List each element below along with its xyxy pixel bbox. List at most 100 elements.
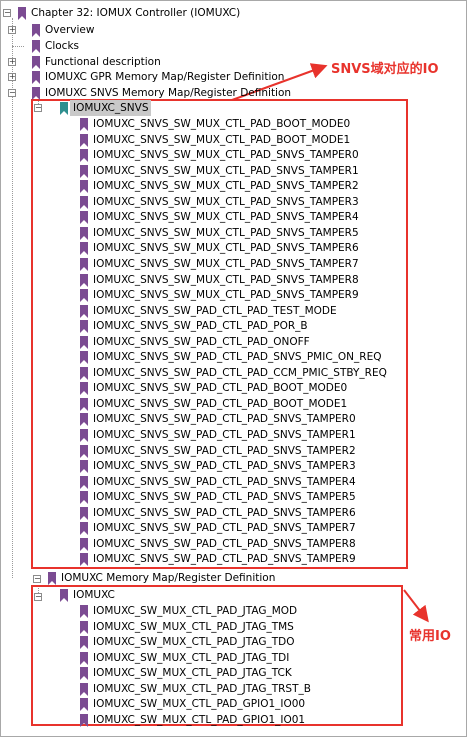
bookmark-iomuxc-item-6[interactable]: IOMUXC_SW_MUX_CTL_PAD_GPIO1_IO00 [80, 696, 305, 712]
bookmark-label: IOMUXC_SNVS_SW_MUX_CTL_PAD_BOOT_MODE1 [93, 134, 351, 146]
bookmark-icon [80, 537, 88, 551]
bookmark-section-3[interactable]: IOMUXC GPR Memory Map/Register Definitio… [32, 69, 284, 85]
section-toggle-2[interactable]: + [8, 58, 16, 66]
bookmark-icon [80, 697, 88, 711]
bookmark-label: IOMUXC_SW_MUX_CTL_PAD_JTAG_TDI [93, 652, 290, 664]
bookmark-section-4[interactable]: IOMUXC SNVS Memory Map/Register Definiti… [32, 85, 291, 101]
bookmark-label: IOMUXC_SNVS_SW_PAD_CTL_PAD_SNVS_PMIC_ON_… [93, 351, 382, 363]
bookmark-icon [80, 210, 88, 224]
bookmark-snvs-item-26[interactable]: IOMUXC_SNVS_SW_PAD_CTL_PAD_SNVS_TAMPER7 [80, 520, 356, 536]
bookmark-section-2[interactable]: Functional description [32, 54, 161, 70]
bookmark-label: IOMUXC_SNVS_SW_PAD_CTL_PAD_SNVS_TAMPER0 [93, 413, 356, 425]
bookmark-icon [80, 195, 88, 209]
bookmark-iomuxc[interactable]: IOMUXC [60, 587, 115, 603]
bookmark-label: IOMUXC_SNVS_SW_PAD_CTL_PAD_SNVS_TAMPER3 [93, 460, 356, 472]
bookmark-icon [80, 273, 88, 287]
bookmark-snvs-item-13[interactable]: IOMUXC_SNVS_SW_PAD_CTL_PAD_POR_B [80, 318, 308, 334]
bookmark-snvs-item-20[interactable]: IOMUXC_SNVS_SW_PAD_CTL_PAD_SNVS_TAMPER1 [80, 427, 356, 443]
bookmark-snvs-item-19[interactable]: IOMUXC_SNVS_SW_PAD_CTL_PAD_SNVS_TAMPER0 [80, 411, 356, 427]
bookmark-icon [80, 552, 88, 566]
section-toggle-3[interactable]: + [8, 73, 16, 81]
bookmark-snvs-item-8[interactable]: IOMUXC_SNVS_SW_MUX_CTL_PAD_SNVS_TAMPER6 [80, 240, 359, 256]
bookmark-icon [80, 133, 88, 147]
bookmark-icon [80, 397, 88, 411]
bookmark-label: IOMUXC [73, 589, 115, 601]
bookmark-label: Overview [45, 24, 95, 36]
bookmark-snvs-item-0[interactable]: IOMUXC_SNVS_SW_MUX_CTL_PAD_BOOT_MODE0 [80, 116, 350, 132]
bookmark-iomuxc-item-5[interactable]: IOMUXC_SW_MUX_CTL_PAD_JTAG_TRST_B [80, 681, 311, 697]
bookmark-label: IOMUXC_SNVS_SW_MUX_CTL_PAD_SNVS_TAMPER3 [93, 196, 359, 208]
section-toggle-0[interactable]: + [8, 26, 16, 34]
bookmark-snvs-item-9[interactable]: IOMUXC_SNVS_SW_MUX_CTL_PAD_SNVS_TAMPER7 [80, 256, 359, 272]
bookmark-icon [80, 666, 88, 680]
bookmark-iomuxc-item-2[interactable]: IOMUXC_SW_MUX_CTL_PAD_JTAG_TDO [80, 634, 294, 650]
bookmark-label: IOMUXC_SNVS_SW_PAD_CTL_PAD_SNVS_TAMPER2 [93, 445, 356, 457]
bookmark-snvs-item-15[interactable]: IOMUXC_SNVS_SW_PAD_CTL_PAD_SNVS_PMIC_ON_… [80, 349, 381, 365]
bookmark-iomuxc-item-1[interactable]: IOMUXC_SW_MUX_CTL_PAD_JTAG_TMS [80, 619, 294, 635]
bookmark-label: IOMUXC_SNVS_SW_MUX_CTL_PAD_SNVS_TAMPER0 [93, 149, 359, 161]
bookmark-icon [80, 490, 88, 504]
bookmark-snvs-item-12[interactable]: IOMUXC_SNVS_SW_PAD_CTL_PAD_TEST_MODE [80, 303, 337, 319]
bookmark-label: IOMUXC_SNVS_SW_PAD_CTL_PAD_BOOT_MODE1 [93, 398, 348, 410]
bookmark-label: IOMUXC_SNVS_SW_MUX_CTL_PAD_BOOT_MODE0 [93, 118, 351, 130]
bookmark-snvs-item-18[interactable]: IOMUXC_SNVS_SW_PAD_CTL_PAD_BOOT_MODE1 [80, 396, 347, 412]
bookmark-iomuxc-snvs[interactable]: IOMUXC_SNVS [60, 100, 152, 116]
bookmark-snvs-item-2[interactable]: IOMUXC_SNVS_SW_MUX_CTL_PAD_SNVS_TAMPER0 [80, 147, 359, 163]
bookmark-snvs-item-27[interactable]: IOMUXC_SNVS_SW_PAD_CTL_PAD_SNVS_TAMPER8 [80, 536, 356, 552]
bookmark-label: IOMUXC_SNVS_SW_PAD_CTL_PAD_POR_B [93, 320, 308, 332]
bookmark-iomuxc-memory-map[interactable]: IOMUXC Memory Map/Register Definition [48, 570, 275, 586]
bookmark-icon [80, 257, 88, 271]
bookmark-label: IOMUXC_SNVS_SW_PAD_CTL_PAD_TEST_MODE [93, 305, 337, 317]
bookmark-label: IOMUXC_SNVS_SW_PAD_CTL_PAD_ONOFF [93, 336, 310, 348]
bookmark-iomuxc-item-3[interactable]: IOMUXC_SW_MUX_CTL_PAD_JTAG_TDI [80, 650, 289, 666]
bookmark-snvs-item-1[interactable]: IOMUXC_SNVS_SW_MUX_CTL_PAD_BOOT_MODE1 [80, 132, 350, 148]
bookmark-icon [80, 350, 88, 364]
bookmark-label: IOMUXC_SNVS_SW_PAD_CTL_PAD_SNVS_TAMPER6 [93, 507, 356, 519]
collapse-chapter-toggle[interactable]: − [3, 9, 11, 17]
bookmark-snvs-item-25[interactable]: IOMUXC_SNVS_SW_PAD_CTL_PAD_SNVS_TAMPER6 [80, 505, 356, 521]
bookmark-snvs-item-16[interactable]: IOMUXC_SNVS_SW_PAD_CTL_PAD_CCM_PMIC_STBY… [80, 365, 387, 381]
bookmark-label: IOMUXC_SW_MUX_CTL_PAD_JTAG_MOD [93, 605, 298, 617]
bookmark-icon [32, 23, 40, 37]
bookmark-chapter-32[interactable]: Chapter 32: IOMUX Controller (IOMUXC) [18, 5, 240, 21]
snvs-group-toggle[interactable]: − [34, 104, 42, 112]
bookmark-section-1[interactable]: Clocks [32, 38, 79, 54]
bookmark-snvs-item-7[interactable]: IOMUXC_SNVS_SW_MUX_CTL_PAD_SNVS_TAMPER5 [80, 225, 359, 241]
bookmark-iomuxc-item-0[interactable]: IOMUXC_SW_MUX_CTL_PAD_JTAG_MOD [80, 603, 297, 619]
bookmark-label: IOMUXC_SNVS [70, 100, 152, 116]
bookmark-icon [80, 335, 88, 349]
bookmark-snvs-item-24[interactable]: IOMUXC_SNVS_SW_PAD_CTL_PAD_SNVS_TAMPER5 [80, 489, 356, 505]
bookmark-snvs-item-10[interactable]: IOMUXC_SNVS_SW_MUX_CTL_PAD_SNVS_TAMPER8 [80, 272, 359, 288]
bookmark-snvs-item-11[interactable]: IOMUXC_SNVS_SW_MUX_CTL_PAD_SNVS_TAMPER9 [80, 287, 359, 303]
bookmark-snvs-item-23[interactable]: IOMUXC_SNVS_SW_PAD_CTL_PAD_SNVS_TAMPER4 [80, 474, 356, 490]
bookmark-icon [80, 444, 88, 458]
iomuxc-section-toggle[interactable]: − [33, 575, 41, 583]
bookmark-icon [80, 164, 88, 178]
bookmark-section-0[interactable]: Overview [32, 22, 94, 38]
bookmark-icon [80, 521, 88, 535]
bookmark-snvs-item-22[interactable]: IOMUXC_SNVS_SW_PAD_CTL_PAD_SNVS_TAMPER3 [80, 458, 356, 474]
bookmark-label: IOMUXC_SNVS_SW_MUX_CTL_PAD_SNVS_TAMPER2 [93, 180, 359, 192]
bookmark-icon [32, 70, 40, 84]
iomuxc-group-toggle[interactable]: − [34, 593, 42, 601]
bookmark-icon [32, 86, 40, 100]
bookmark-icon [60, 588, 68, 602]
section-toggle-4[interactable]: − [8, 89, 16, 97]
bookmark-icon [80, 304, 88, 318]
bookmark-iomuxc-item-7[interactable]: IOMUXC_SW_MUX_CTL_PAD_GPIO1_IO01 [80, 712, 305, 728]
bookmark-snvs-item-17[interactable]: IOMUXC_SNVS_SW_PAD_CTL_PAD_BOOT_MODE0 [80, 380, 347, 396]
bookmark-label: IOMUXC SNVS Memory Map/Register Definiti… [45, 87, 292, 99]
bookmark-snvs-item-14[interactable]: IOMUXC_SNVS_SW_PAD_CTL_PAD_ONOFF [80, 334, 310, 350]
bookmark-iomuxc-item-4[interactable]: IOMUXC_SW_MUX_CTL_PAD_JTAG_TCK [80, 665, 292, 681]
bookmark-label: Chapter 32: IOMUX Controller (IOMUXC) [31, 7, 241, 19]
bookmark-icon [80, 682, 88, 696]
bookmark-snvs-item-6[interactable]: IOMUXC_SNVS_SW_MUX_CTL_PAD_SNVS_TAMPER4 [80, 209, 359, 225]
bookmark-snvs-item-3[interactable]: IOMUXC_SNVS_SW_MUX_CTL_PAD_SNVS_TAMPER1 [80, 163, 359, 179]
bookmark-icon [80, 148, 88, 162]
bookmark-snvs-item-21[interactable]: IOMUXC_SNVS_SW_PAD_CTL_PAD_SNVS_TAMPER2 [80, 443, 356, 459]
bookmark-snvs-item-4[interactable]: IOMUXC_SNVS_SW_MUX_CTL_PAD_SNVS_TAMPER2 [80, 178, 359, 194]
arrow-common [403, 589, 429, 623]
bookmark-label: IOMUXC_SW_MUX_CTL_PAD_JTAG_TRST_B [93, 683, 311, 695]
bookmark-snvs-item-28[interactable]: IOMUXC_SNVS_SW_PAD_CTL_PAD_SNVS_TAMPER9 [80, 551, 356, 567]
bookmark-snvs-item-5[interactable]: IOMUXC_SNVS_SW_MUX_CTL_PAD_SNVS_TAMPER3 [80, 194, 359, 210]
